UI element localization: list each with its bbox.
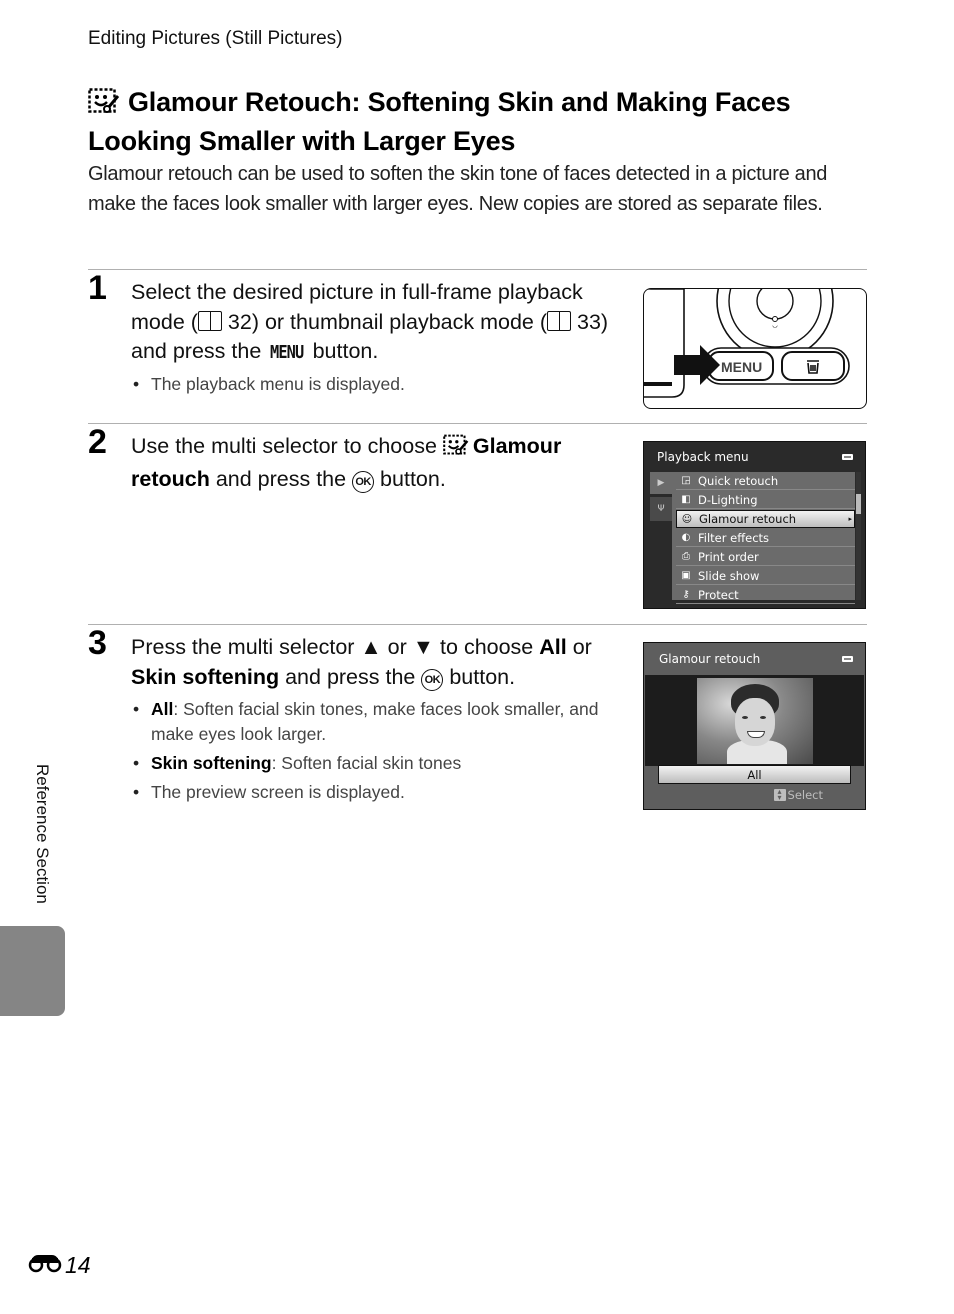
screen-header: Playback menu [644, 442, 865, 472]
menu-item-label: Glamour retouch [699, 512, 797, 526]
menu-button-glyph: MENU [270, 342, 304, 363]
divider [88, 624, 867, 625]
menu-item-protect[interactable]: ⚷ Protect [676, 586, 855, 604]
text: or [566, 635, 592, 659]
slide-show-icon: ▣ [681, 570, 691, 581]
protect-key-icon: ⚷ [682, 589, 690, 600]
glamour-retouch-icon [88, 87, 120, 123]
option-name: Skin softening [131, 664, 280, 689]
bullet-text: The preview screen is displayed. [151, 782, 405, 802]
d-lighting-icon: ◧ [681, 494, 691, 505]
camera-menu-illustration: MENU [643, 288, 867, 409]
menu-item-quick-retouch[interactable]: ◲ Quick retouch [676, 472, 855, 490]
running-head: Editing Pictures (Still Pictures) [88, 28, 343, 49]
playback-tab-icon[interactable]: ▶ [650, 472, 672, 494]
ok-button-icon: OK [352, 471, 375, 494]
bullet-term: Skin softening [151, 753, 272, 773]
text: Press the multi selector [131, 635, 361, 659]
text: and press the [279, 664, 422, 689]
book-icon [547, 310, 571, 331]
bullet-term: All [151, 699, 174, 719]
text: and press the [209, 466, 353, 491]
text: or [381, 635, 413, 659]
preview-photo [697, 678, 813, 764]
glamour-retouch-icon [443, 434, 469, 465]
bullet-item: Skin softening: Soften facial skin tones [131, 751, 601, 776]
up-arrow-icon: ▲ [360, 635, 382, 659]
text: Use the multi selector to choose [131, 434, 443, 458]
menu-item-print-order[interactable]: ⎙ Print order [676, 548, 855, 566]
step-3-bullets: All: Soften facial skin tones, make face… [131, 697, 601, 809]
ok-button-icon: OK [421, 669, 444, 692]
divider [88, 269, 867, 270]
page-number: 14 [28, 1252, 91, 1279]
menu-item-filter-effects[interactable]: ◐ Filter effects [676, 529, 855, 547]
menu-list: ◲ Quick retouch ◧ D-Lighting ☺ Glamour reto… [672, 472, 855, 604]
filter-effects-icon: ◐ [681, 532, 691, 543]
text: button. [306, 339, 379, 363]
select-hint: ▴ ▾ Select [773, 788, 823, 802]
page-ref: 32 [227, 309, 252, 334]
screen-title: Playback menu [657, 450, 749, 464]
glamour-retouch-screen: Glamour retouch All ▴ ▾ Select [643, 642, 866, 810]
battery-icon [842, 656, 853, 662]
menu-item-label: D-Lighting [698, 492, 758, 507]
option-selector[interactable]: All [658, 765, 851, 784]
option-name: All [539, 635, 567, 659]
bullet-text: : Soften facial skin tones [271, 753, 462, 773]
screen-header: Glamour retouch [644, 643, 865, 675]
section-label: Reference Section [33, 764, 52, 904]
menu-item-label: Protect [698, 587, 739, 602]
book-icon [197, 310, 222, 331]
intro-paragraph: Glamour retouch can be used to soften th… [88, 163, 828, 215]
divider [88, 423, 867, 424]
page-number-text: 14 [65, 1252, 91, 1278]
step-2-text: Use the multi selector to choose Glamour… [131, 432, 616, 494]
menu-item-glamour-retouch[interactable]: ☺ Glamour retouch ▸ [676, 510, 855, 528]
up-down-icon: ▴ ▾ [773, 788, 786, 802]
bullet-item: All: Soften facial skin tones, make face… [131, 697, 601, 747]
menu-item-slide-show[interactable]: ▣ Slide show [676, 567, 855, 585]
down-arrow-icon: ▼ [412, 635, 435, 659]
step-3-text: Press the multi selector ▲ or ▼ to choos… [131, 633, 616, 692]
menu-item-label: Quick retouch [698, 473, 779, 488]
glamour-retouch-icon: ☺ [681, 513, 693, 525]
menu-item-label: Filter effects [698, 530, 770, 545]
text: button. [443, 664, 516, 689]
title-text: Glamour Retouch: Softening Skin and Maki… [88, 87, 791, 156]
reference-binoculars-icon [28, 1252, 62, 1279]
step-1-text: Select the desired picture in full-frame… [131, 278, 616, 368]
scrollbar-thumb[interactable] [856, 494, 861, 514]
playback-menu-screen: Playback menu ▶ Ψ ◲ Quick retouch ◧ D-Ligh… [643, 441, 866, 609]
bullet-item: The preview screen is displayed. [131, 780, 601, 805]
text: ) or thumbnail playback mode ( [251, 309, 547, 334]
submenu-arrow-icon: ▸ [848, 515, 852, 523]
setup-tab-icon[interactable]: Ψ [650, 497, 672, 521]
step-number: 3 [88, 624, 107, 662]
print-order-icon: ⎙ [682, 551, 690, 562]
bullet-text: : Soften facial skin tones, make faces l… [151, 699, 599, 744]
text: to choose [434, 635, 540, 659]
menu-item-label: Print order [698, 549, 759, 564]
menu-item-label: Slide show [698, 568, 760, 583]
menu-item-d-lighting[interactable]: ◧ D-Lighting [676, 491, 855, 509]
step-1-bullets: The playback menu is displayed. [131, 372, 601, 401]
section-tab [0, 926, 65, 1016]
hint-label: Select [787, 788, 823, 802]
scrollbar[interactable] [856, 472, 861, 600]
text: button. [374, 466, 446, 491]
page-title: Glamour Retouch: Softening Skin and Maki… [88, 84, 868, 159]
screen-title: Glamour retouch [659, 652, 761, 666]
bullet-item: The playback menu is displayed. [131, 372, 601, 397]
step-number: 1 [88, 269, 107, 307]
step-number: 2 [88, 423, 107, 461]
page-ref: 33 [576, 309, 601, 334]
menu-button-label: MENU [721, 359, 762, 375]
battery-icon [842, 454, 853, 460]
quick-retouch-icon: ◲ [681, 475, 691, 486]
